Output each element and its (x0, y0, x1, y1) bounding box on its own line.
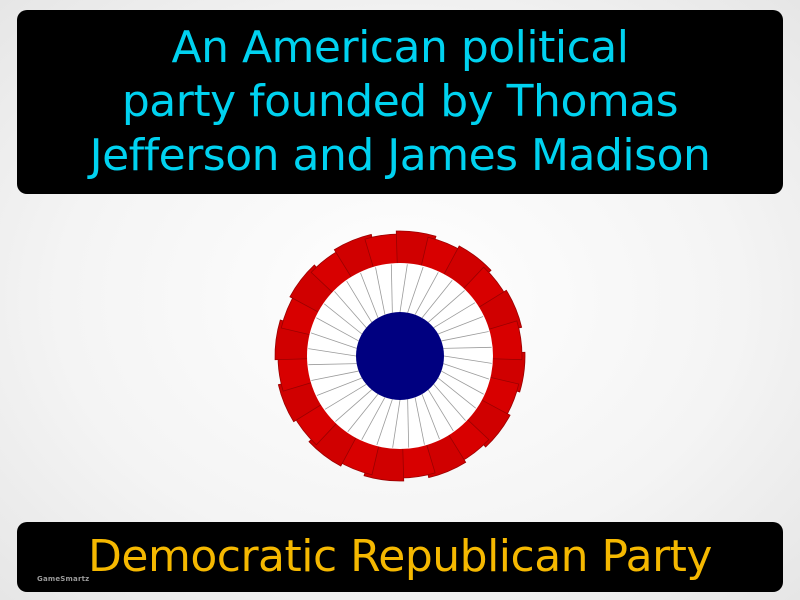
term-panel: Democratic Republican Party (17, 522, 783, 592)
definition-text: An American political party founded by T… (89, 22, 711, 181)
cockade-graphic (274, 230, 526, 482)
cockade-center (356, 312, 444, 400)
term-title: Democratic Republican Party (88, 531, 712, 582)
brand-logo: GameSmartz (37, 575, 90, 583)
cockade-icon (268, 228, 532, 484)
definition-panel: An American political party founded by T… (17, 10, 783, 194)
